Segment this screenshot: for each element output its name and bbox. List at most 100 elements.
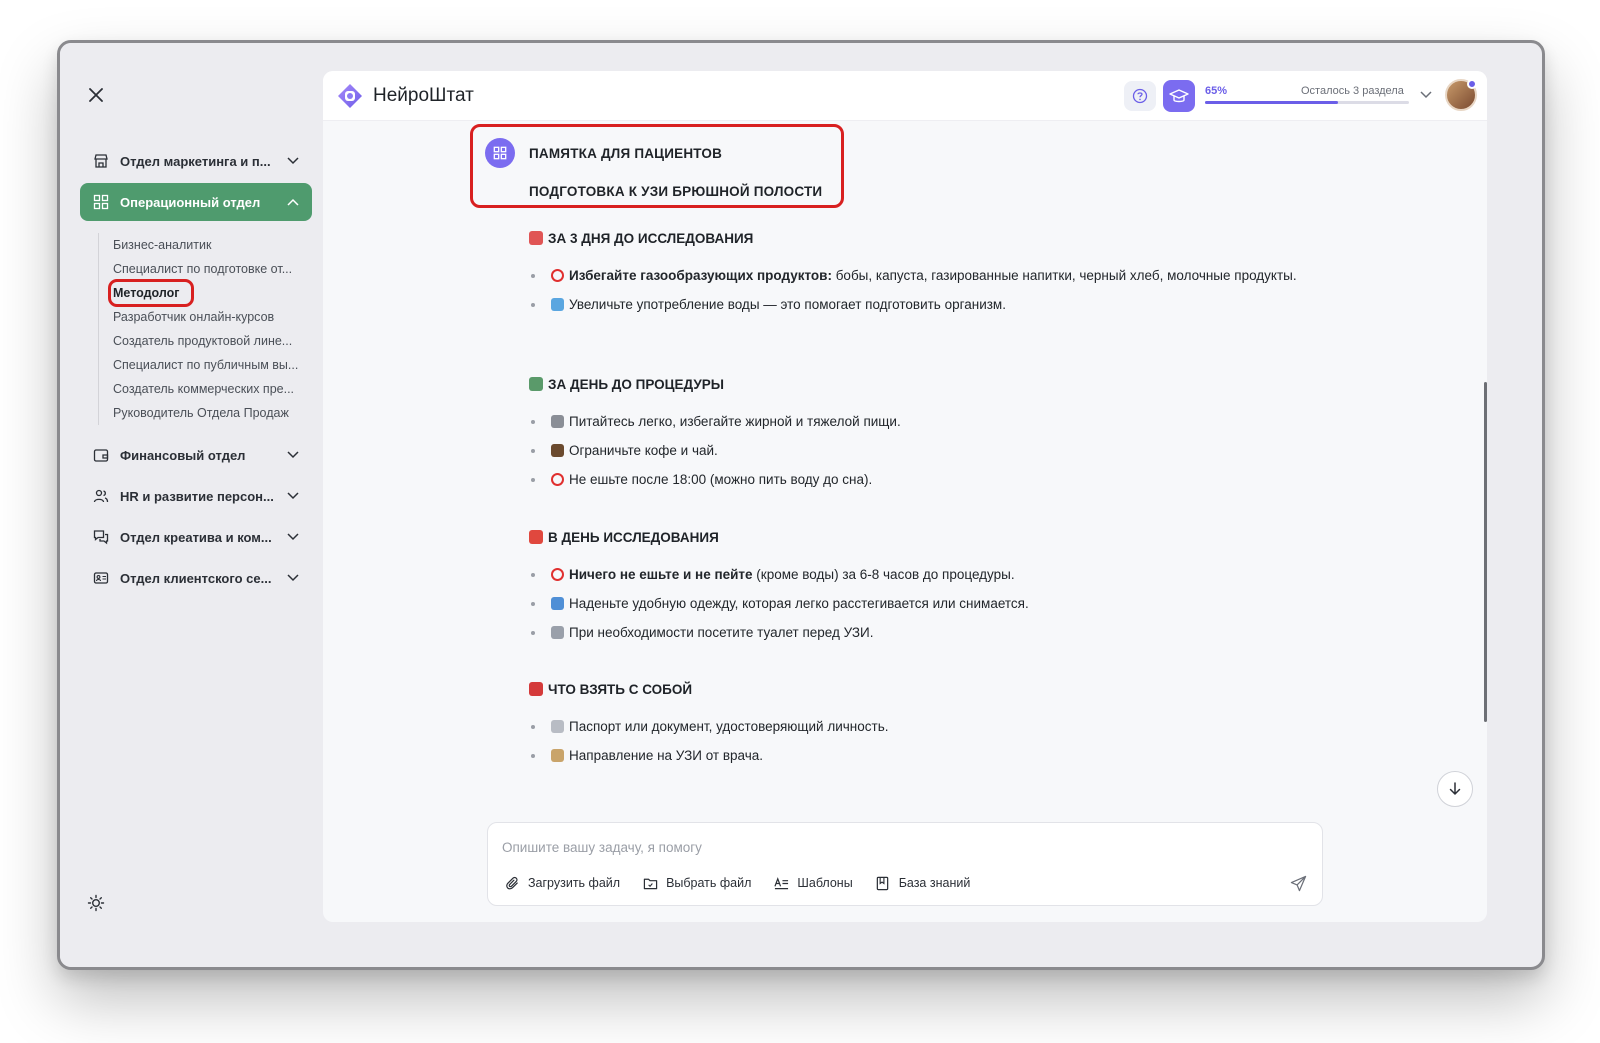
item-text: Питайтесь легко, избегайте жирной и тяже… <box>569 414 901 429</box>
bullet-list: Паспорт или документ, удостоверяющий лич… <box>529 715 1309 772</box>
item-bold-text: Ничего не ешьте и не пейте <box>569 567 753 582</box>
text-align-icon <box>773 875 789 891</box>
message-section: ЗА 3 ДНЯ ДО ИССЛЕДОВАНИЯ Избегайте газооб… <box>529 228 1309 322</box>
topbar: НейроШтат 65% Осталось 3 раздела <box>323 71 1487 121</box>
plate-icon <box>529 377 543 391</box>
list-item: Направление на УЗИ от врача. <box>529 744 1309 767</box>
composer-tools: Загрузить файл Выбрать файл Шаблоны База… <box>504 875 970 891</box>
section-title: ЧТО ВЗЯТЬ С СОБОЙ <box>529 679 1309 699</box>
bullet-list: Питайтесь легко, избегайте жирной и тяже… <box>529 410 1309 491</box>
course-button[interactable] <box>1163 80 1195 112</box>
scrollbar[interactable] <box>1483 182 1487 742</box>
calendar-icon <box>529 231 543 245</box>
close-icon <box>89 88 103 102</box>
upload-file-button[interactable]: Загрузить файл <box>504 875 620 891</box>
dept-customer-service[interactable]: Отдел клиентского се... <box>80 559 312 597</box>
dept-marketing[interactable]: Отдел маркетинга и п... <box>80 142 312 180</box>
grid-icon <box>92 193 110 211</box>
chevron-up-icon <box>286 195 300 209</box>
progress-percent: 65% <box>1205 85 1228 97</box>
sub-item-course-developer[interactable]: Разработчик онлайн-курсов <box>99 305 312 329</box>
item-text: Увеличьте употребление воды — это помога… <box>569 297 1006 312</box>
dept-label: Отдел креатива и ком... <box>120 529 272 545</box>
close-button[interactable] <box>84 83 108 107</box>
list-item: Избегайте газообразующих продуктов: бобы… <box>529 264 1309 287</box>
knowledge-base-button[interactable]: База знаний <box>875 875 971 891</box>
no-entry-icon <box>551 473 564 486</box>
item-text: Ограничьте кофе и чай. <box>569 443 718 458</box>
choose-file-button[interactable]: Выбрать файл <box>642 875 751 891</box>
sub-item-sales-head[interactable]: Руководитель Отдела Продаж <box>99 401 312 425</box>
sub-item-business-analyst[interactable]: Бизнес-аналитик <box>99 233 312 257</box>
chevron-down-icon <box>286 530 300 544</box>
scroll-thumb[interactable] <box>1484 382 1487 722</box>
sun-icon <box>87 894 105 912</box>
list-item: Увеличьте употребление воды — это помога… <box>529 293 1309 316</box>
sub-item-report-specialist[interactable]: Специалист по подготовке от... <box>99 257 312 281</box>
page-icon <box>551 720 564 733</box>
progress-remaining: Осталось 3 раздела <box>1301 85 1404 97</box>
bullet-list: Избегайте газообразующих продуктов: бобы… <box>529 264 1309 316</box>
no-entry-icon <box>551 269 564 282</box>
avatar[interactable] <box>1445 79 1477 111</box>
tool-label: База знаний <box>898 876 971 890</box>
users-icon <box>92 487 110 505</box>
dept-label: Финансовый отдел <box>120 447 246 463</box>
sub-item-public-speaking[interactable]: Специалист по публичным вы... <box>99 353 312 377</box>
no-entry-icon <box>551 568 564 581</box>
chevron-down-icon <box>286 489 300 503</box>
item-text: Паспорт или документ, удостоверяющий лич… <box>569 719 889 734</box>
section-title: ЗА 3 ДНЯ ДО ИССЛЕДОВАНИЯ <box>529 228 1309 248</box>
templates-button[interactable]: Шаблоны <box>773 875 853 891</box>
item-text: При необходимости посетите туалет перед … <box>569 625 874 640</box>
section-title-text: В ДЕНЬ ИССЛЕДОВАНИЯ <box>548 529 719 545</box>
dept-label: Отдел маркетинга и п... <box>120 153 271 169</box>
progress-bar <box>1205 101 1409 104</box>
arrow-down-icon <box>1449 782 1461 795</box>
brand-name: НейроШтат <box>373 85 474 106</box>
highlight-box <box>470 124 844 208</box>
tool-label: Шаблоны <box>797 876 853 890</box>
composer: Загрузить файл Выбрать файл Шаблоны База… <box>487 822 1323 906</box>
dept-hr[interactable]: HR и развитие персон... <box>80 477 312 515</box>
graduation-cap-icon <box>1169 89 1189 103</box>
logo-icon <box>338 84 362 108</box>
help-button[interactable] <box>1124 81 1156 111</box>
list-item: Наденьте удобную одежду, которая легко р… <box>529 592 1309 615</box>
section-title-text: ЧТО ВЗЯТЬ С СОБОЙ <box>548 681 693 697</box>
section-title-text: ЗА 3 ДНЯ ДО ИССЛЕДОВАНИЯ <box>548 230 754 246</box>
message-section: В ДЕНЬ ИССЛЕДОВАНИЯ Ничего не ешьте и не … <box>529 527 1309 650</box>
list-item: Ограничьте кофе и чай. <box>529 439 1309 462</box>
section-title: ЗА ДЕНЬ ДО ПРОЦЕДУРЫ <box>529 374 1309 394</box>
list-item: Питайтесь легко, избегайте жирной и тяже… <box>529 410 1309 433</box>
item-text: Не ешьте после 18:00 (можно пить воду до… <box>569 472 873 487</box>
progress-fill <box>1205 101 1338 104</box>
highlight-box <box>108 279 194 307</box>
send-button[interactable] <box>1288 873 1308 893</box>
dept-finance[interactable]: Финансовый отдел <box>80 436 312 474</box>
task-input[interactable] <box>502 835 1262 859</box>
list-item: При необходимости посетите туалет перед … <box>529 621 1309 644</box>
main-panel: НейроШтат 65% Осталось 3 раздела ПАМЯТКА… <box>323 71 1487 922</box>
chevron-down-icon[interactable] <box>1419 87 1433 101</box>
id-card-icon <box>92 569 110 587</box>
fork-icon <box>551 415 564 428</box>
alarm-clock-icon <box>529 530 543 544</box>
coffee-icon <box>551 444 564 457</box>
item-text: Направление на УЗИ от врача. <box>569 748 764 763</box>
item-text: бобы, капуста, газированные напитки, чер… <box>831 268 1297 283</box>
dept-operations[interactable]: Операционный отдел <box>80 183 312 221</box>
theme-toggle[interactable] <box>84 891 108 915</box>
section-title-text: ЗА ДЕНЬ ДО ПРОЦЕДУРЫ <box>548 376 724 392</box>
droplet-icon <box>551 298 564 311</box>
notification-dot <box>1467 79 1477 89</box>
sub-item-product-creator[interactable]: Создатель продуктовой лине... <box>99 329 312 353</box>
tool-label: Выбрать файл <box>666 876 752 890</box>
dept-creative[interactable]: Отдел креатива и ком... <box>80 518 312 556</box>
dept-label: HR и развитие персон... <box>120 488 274 504</box>
scroll-down-button[interactable] <box>1437 771 1473 807</box>
sidebar: Отдел маркетинга и п... Операционный отд… <box>60 43 322 967</box>
chevron-down-icon <box>286 154 300 168</box>
sub-item-commercial-offers[interactable]: Создатель коммерческих пре... <box>99 377 312 401</box>
toilet-icon <box>551 626 564 639</box>
